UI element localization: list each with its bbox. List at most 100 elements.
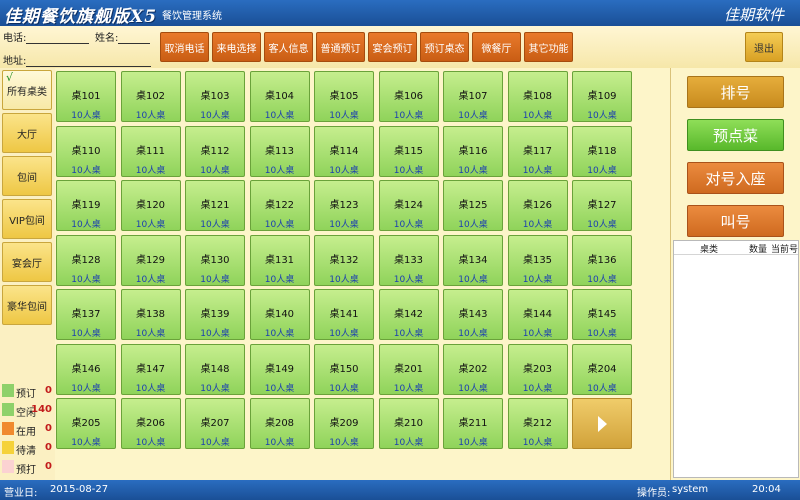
category-hall[interactable]: 大厅 (2, 113, 52, 153)
category-all[interactable]: √ 所有桌类 (2, 70, 52, 110)
incoming-call-select-button[interactable]: 来电选择 (212, 32, 261, 62)
table-tile[interactable]: 桌102 10人桌 (120, 71, 181, 122)
seat-by-number-button[interactable]: 对号入座 (687, 162, 784, 194)
table-tile[interactable]: 桌206 10人桌 (120, 398, 181, 449)
table-tile[interactable]: 桌210 10人桌 (378, 398, 439, 449)
table-capacity: 10人桌 (71, 220, 101, 230)
table-tile[interactable]: 桌126 10人桌 (507, 180, 568, 231)
table-tile[interactable]: 桌144 10人桌 (507, 289, 568, 340)
table-name: 桌205 (71, 418, 101, 429)
address-input[interactable] (26, 57, 152, 67)
table-tile[interactable]: 桌125 10人桌 (443, 180, 503, 231)
category-vip-room[interactable]: VIP包间 (2, 199, 52, 239)
table-tile[interactable]: 桌135 10人桌 (507, 234, 568, 286)
table-tile[interactable]: 桌118 10人桌 (572, 125, 632, 177)
preorder-button[interactable]: 预点菜 (687, 119, 784, 151)
table-tile[interactable]: 桌106 10人桌 (378, 71, 439, 122)
banquet-reservation-button[interactable]: 宴会预订 (368, 32, 417, 62)
queue-number-button[interactable]: 排号 (687, 76, 784, 108)
table-tile[interactable]: 桌127 10人桌 (572, 180, 632, 231)
table-tile[interactable]: 桌104 10人桌 (249, 71, 310, 122)
table-tile[interactable]: 桌112 10人桌 (185, 125, 245, 177)
next-page-button[interactable] (572, 398, 632, 449)
table-tile[interactable]: 桌202 10人桌 (443, 343, 503, 395)
table-tile[interactable]: 桌148 10人桌 (185, 343, 245, 395)
table-tile[interactable]: 桌114 10人桌 (314, 125, 374, 177)
table-tile[interactable]: 桌110 10人桌 (56, 125, 116, 177)
category-banquet-hall[interactable]: 宴会厅 (2, 242, 52, 282)
table-tile[interactable]: 桌119 10人桌 (56, 180, 116, 231)
table-name: 桌118 (587, 145, 617, 157)
table-name: 桌209 (329, 418, 359, 429)
table-tile[interactable]: 桌128 10人桌 (56, 234, 116, 286)
table-tile[interactable]: 桌138 10人桌 (120, 289, 181, 340)
table-tile[interactable]: 桌105 10人桌 (314, 71, 374, 122)
address-field[interactable]: 地址: (3, 52, 152, 67)
table-tile[interactable]: 桌120 10人桌 (120, 180, 181, 231)
table-tile[interactable]: 桌122 10人桌 (249, 180, 310, 231)
cancel-call-button[interactable]: 取消电话 (160, 32, 209, 62)
table-tile[interactable]: 桌204 10人桌 (572, 343, 632, 395)
reservation-table-status-button[interactable]: 预订桌态 (420, 32, 469, 62)
table-tile[interactable]: 桌129 10人桌 (120, 234, 181, 286)
table-tile[interactable]: 桌124 10人桌 (378, 180, 439, 231)
table-tile[interactable]: 桌137 10人桌 (56, 289, 116, 340)
category-private-room[interactable]: 包间 (2, 156, 52, 196)
table-tile[interactable]: 桌139 10人桌 (185, 289, 245, 340)
table-tile[interactable]: 桌145 10人桌 (572, 289, 632, 340)
table-tile[interactable]: 桌149 10人桌 (249, 343, 310, 395)
table-tile[interactable]: 桌150 10人桌 (314, 343, 374, 395)
exit-button[interactable]: 退出 (745, 32, 783, 62)
table-tile[interactable]: 桌111 10人桌 (120, 125, 181, 177)
table-tile[interactable]: 桌136 10人桌 (572, 234, 632, 286)
micro-restaurant-button[interactable]: 微餐厅 (472, 32, 521, 62)
table-tile[interactable]: 桌131 10人桌 (249, 234, 310, 286)
table-tile[interactable]: 桌117 10人桌 (507, 125, 568, 177)
table-tile[interactable]: 桌107 10人桌 (443, 71, 503, 122)
table-tile[interactable]: 桌108 10人桌 (507, 71, 568, 122)
table-tile[interactable]: 桌121 10人桌 (185, 180, 245, 231)
other-functions-button[interactable]: 其它功能 (524, 32, 573, 62)
name-field[interactable]: 姓名: (95, 29, 151, 44)
table-tile[interactable]: 桌208 10人桌 (249, 398, 310, 449)
table-name: 桌206 (135, 418, 166, 429)
table-tile[interactable]: 桌116 10人桌 (443, 125, 503, 177)
table-tile[interactable]: 桌212 10人桌 (507, 398, 568, 449)
table-tile[interactable]: 桌109 10人桌 (572, 71, 632, 122)
table-tile[interactable]: 桌146 10人桌 (56, 343, 116, 395)
table-tile[interactable]: 桌123 10人桌 (314, 180, 374, 231)
table-tile[interactable]: 桌143 10人桌 (443, 289, 503, 340)
call-number-button[interactable]: 叫号 (687, 205, 784, 237)
table-tile[interactable]: 桌205 10人桌 (56, 398, 116, 449)
table-tile[interactable]: 桌133 10人桌 (378, 234, 439, 286)
table-tile[interactable]: 桌209 10人桌 (314, 398, 374, 449)
guest-info-button[interactable]: 客人信息 (264, 32, 313, 62)
table-tile[interactable]: 桌115 10人桌 (378, 125, 439, 177)
table-tile[interactable]: 桌103 10人桌 (185, 71, 245, 122)
name-input[interactable] (118, 34, 151, 44)
table-tile[interactable]: 桌113 10人桌 (249, 125, 310, 177)
phone-input[interactable] (26, 34, 90, 44)
phone-field[interactable]: 电话: (3, 29, 90, 44)
table-tile[interactable]: 桌101 10人桌 (56, 71, 116, 122)
table-tile[interactable]: 桌132 10人桌 (314, 234, 374, 286)
table-tile[interactable]: 桌211 10人桌 (443, 398, 503, 449)
category-luxury-room[interactable]: 豪华包间 (2, 285, 52, 325)
table-tile[interactable]: 桌134 10人桌 (443, 234, 503, 286)
table-tile[interactable]: 桌140 10人桌 (249, 289, 310, 340)
normal-reservation-button[interactable]: 普通预订 (316, 32, 365, 62)
table-tile[interactable]: 桌142 10人桌 (378, 289, 439, 340)
legend-to-clean: 待清 0 (2, 441, 54, 457)
table-name: 桌150 (329, 363, 359, 375)
table-tile[interactable]: 桌201 10人桌 (378, 343, 439, 395)
table-name: 桌106 (393, 91, 424, 102)
table-tile[interactable]: 桌203 10人桌 (507, 343, 568, 395)
queue-list[interactable]: 桌类 数量 当前号 (673, 240, 799, 478)
table-tile[interactable]: 桌147 10人桌 (120, 343, 181, 395)
table-capacity: 10人桌 (71, 274, 101, 285)
table-tile[interactable]: 桌141 10人桌 (314, 289, 374, 340)
table-capacity: 10人桌 (393, 383, 424, 394)
legend-label: 在用 (16, 427, 36, 438)
table-tile[interactable]: 桌130 10人桌 (185, 234, 245, 286)
table-tile[interactable]: 桌207 10人桌 (185, 398, 245, 449)
